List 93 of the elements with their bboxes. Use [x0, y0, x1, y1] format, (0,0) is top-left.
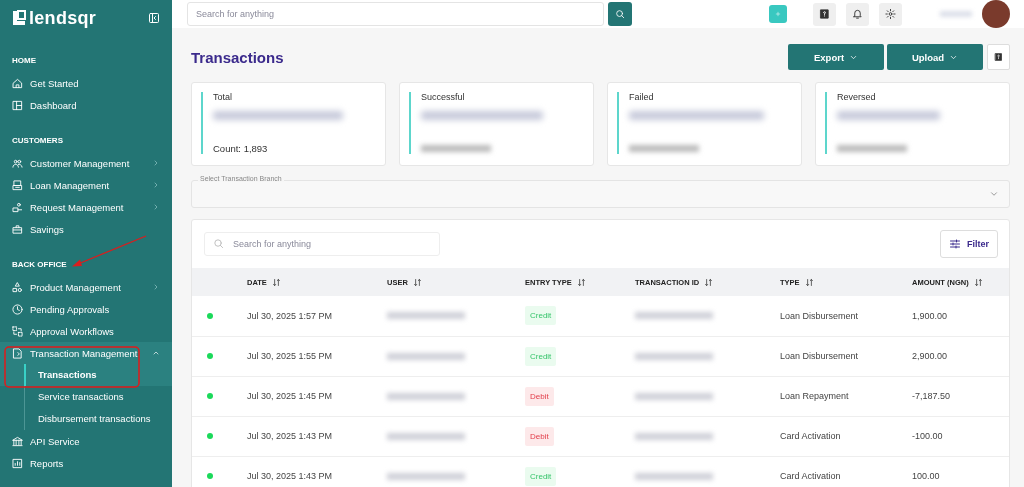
document-stack-icon — [12, 179, 23, 191]
sort-icon — [412, 277, 422, 287]
status-dot — [207, 393, 213, 399]
section-heading: HOME — [11, 56, 37, 65]
search-icon — [615, 9, 625, 19]
status-dot — [207, 433, 213, 439]
section-heading: CUSTOMERS — [11, 136, 64, 145]
blurred-name — [940, 11, 972, 17]
stat-label: Failed — [629, 92, 655, 102]
table-cell: Loan Disbursement — [779, 296, 911, 336]
status-dot — [207, 312, 213, 319]
settings-icon — [885, 8, 896, 20]
sidebar-item[interactable]: Request Management — [0, 196, 172, 218]
report-icon — [12, 457, 23, 469]
help-icon — [819, 8, 830, 20]
avatar[interactable] — [982, 0, 1010, 28]
people-exchange-icon — [12, 201, 23, 213]
table-cell: -100.00 — [911, 416, 960, 456]
sort-icon — [704, 277, 714, 287]
sort-icon — [973, 277, 983, 287]
table-cell: 1,900.00 — [911, 296, 960, 336]
logo-mark-icon — [12, 10, 26, 26]
plus-icon — [775, 9, 781, 19]
status-dot — [207, 473, 213, 479]
chevron-down-icon — [989, 189, 999, 199]
filter-button[interactable]: Filter — [940, 230, 998, 258]
entry-type-tag: Debit — [525, 426, 554, 446]
status-dot — [207, 353, 213, 359]
sidebar-item[interactable]: Product Management — [0, 276, 172, 298]
table-cell: Jul 30, 2025 1:45 PM — [246, 376, 386, 416]
action-button[interactable]: Upload — [887, 44, 983, 70]
house-icon — [12, 77, 23, 89]
sidebar-item[interactable]: Approval Workflows — [0, 320, 172, 342]
search-button[interactable] — [608, 2, 632, 26]
briefcase-icon — [12, 223, 23, 235]
workflow-icon — [12, 325, 23, 337]
help-icon — [994, 51, 1003, 63]
entry-type-tag: Credit — [525, 466, 557, 486]
sliders-icon — [949, 238, 961, 250]
blurred-count — [629, 145, 699, 152]
table-cell: Card Activation — [779, 416, 911, 456]
table-cell: Jul 30, 2025 1:55 PM — [246, 336, 386, 376]
help-button[interactable] — [987, 44, 1010, 70]
blurred-count — [837, 145, 907, 152]
section-heading: BACK OFFICE — [11, 260, 68, 269]
notifications-button[interactable] — [846, 2, 869, 26]
entry-type-tag: Credit — [525, 306, 557, 326]
clock-icon — [12, 303, 23, 315]
collapse-sidebar-button[interactable] — [148, 12, 160, 24]
sidebar-item[interactable]: Loan Management — [0, 174, 172, 196]
users-icon — [12, 157, 23, 169]
sidebar-item[interactable]: Get Started — [0, 72, 172, 94]
stat-label: Total — [213, 92, 233, 102]
table-cell: Card Activation — [779, 456, 911, 487]
table-cell: -7,187.50 — [911, 376, 960, 416]
table-cell: Loan Disbursement — [779, 336, 911, 376]
shapes-icon — [12, 281, 23, 293]
table-cell: Loan Repayment — [779, 376, 911, 416]
entry-type-tag: Credit — [525, 346, 557, 366]
blurred-count — [421, 145, 491, 152]
panel-icon — [148, 12, 160, 24]
stat-label: Reversed — [837, 92, 877, 102]
stat-label: Successful — [421, 92, 466, 102]
sidebar-subitem[interactable]: Service transactions — [24, 386, 172, 408]
table-cell: 100.00 — [911, 456, 960, 487]
search-field[interactable]: Search for anything — [187, 2, 604, 26]
bank-icon — [12, 435, 23, 447]
table-search-field[interactable]: Search for anything — [204, 232, 440, 256]
table-cell: Jul 30, 2025 1:43 PM — [246, 456, 386, 487]
sidebar-item[interactable]: Reports — [0, 452, 172, 474]
sidebar-item[interactable]: API Service — [0, 430, 172, 452]
page-title: Transactions — [191, 48, 285, 66]
sort-icon — [804, 277, 814, 287]
table-cell: Jul 30, 2025 1:57 PM — [246, 296, 386, 336]
help-button[interactable] — [813, 2, 836, 26]
action-button[interactable]: Export — [788, 44, 884, 70]
sidebar-item[interactable]: Customer Management — [0, 152, 172, 174]
settings-button[interactable] — [879, 2, 902, 26]
logo: lendsqr — [12, 7, 97, 29]
sort-icon — [271, 277, 281, 287]
sidebar-item[interactable]: Transaction Management — [0, 342, 172, 364]
sort-icon — [576, 277, 586, 287]
layout-icon — [12, 99, 23, 111]
sidebar-item[interactable]: Savings — [0, 218, 172, 240]
bell-icon — [852, 8, 863, 20]
sidebar-subitem[interactable]: Disbursement transactions — [24, 408, 172, 430]
sidebar-item[interactable]: Dashboard — [0, 94, 172, 116]
table-cell: 2,900.00 — [911, 336, 960, 376]
stat-count: Count: 1,893 — [213, 143, 269, 154]
document-icon — [12, 347, 23, 359]
table-cell: Jul 30, 2025 1:43 PM — [246, 416, 386, 456]
sidebar-item[interactable]: Pending Approvals — [0, 298, 172, 320]
entry-type-tag: Debit — [525, 386, 554, 406]
